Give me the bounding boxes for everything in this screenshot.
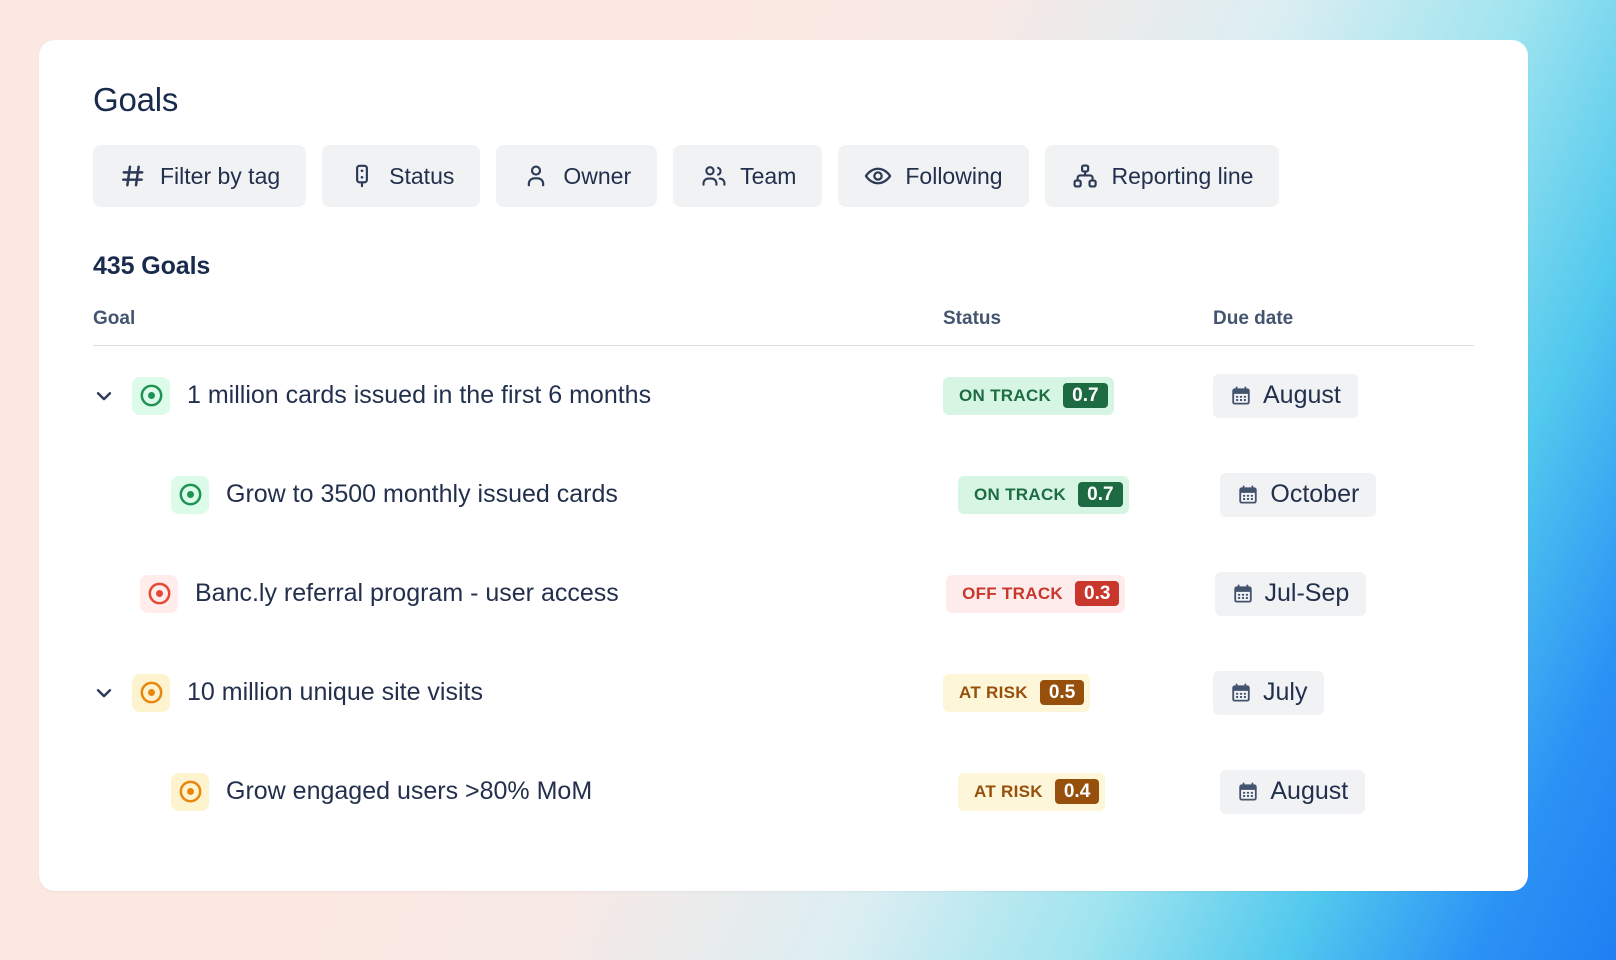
filter-button-label: Owner	[563, 163, 631, 190]
filter-button-status[interactable]: Status	[322, 145, 480, 207]
status-score: 0.7	[1063, 383, 1107, 408]
table-header: Goal Status Due date	[93, 308, 1474, 346]
due-date-text: August	[1263, 381, 1341, 410]
table-body: 1 million cards issued in the first 6 mo…	[93, 346, 1474, 841]
goal-cell: Grow to 3500 monthly issued cards	[132, 476, 958, 514]
table-row[interactable]: 1 million cards issued in the first 6 mo…	[93, 346, 1474, 445]
target-icon	[132, 377, 170, 415]
status-cell: ON TRACK 0.7	[958, 476, 1220, 514]
status-cell: AT RISK 0.4	[958, 773, 1220, 811]
table-row[interactable]: Grow engaged users >80% MoM AT RISK 0.4 Aug…	[93, 742, 1474, 841]
filter-button-reporting-line[interactable]: Reporting line	[1045, 145, 1280, 207]
filter-button-team[interactable]: Team	[673, 145, 822, 207]
due-date-pill[interactable]: August	[1220, 770, 1365, 814]
page-title: Goals	[93, 80, 1474, 120]
goals-card: Goals Filter by tag Status Owner Team Follow…	[39, 40, 1528, 891]
status-score: 0.7	[1078, 482, 1122, 507]
goal-cell: Banc.ly referral program - user access	[101, 575, 946, 613]
goal-title[interactable]: 1 million cards issued in the first 6 mo…	[187, 381, 651, 410]
org-chart-icon	[1071, 162, 1099, 190]
status-score: 0.5	[1040, 680, 1084, 705]
due-date-text: August	[1270, 777, 1348, 806]
status-badge[interactable]: ON TRACK 0.7	[943, 377, 1114, 415]
status-label: OFF TRACK	[962, 584, 1063, 604]
filter-button-owner[interactable]: Owner	[496, 145, 657, 207]
due-date-text: Jul-Sep	[1265, 579, 1350, 608]
goal-count: 435 Goals	[93, 252, 1474, 281]
goal-title[interactable]: Grow engaged users >80% MoM	[226, 777, 592, 806]
filter-button-following[interactable]: Following	[838, 145, 1028, 207]
goal-cell: 1 million cards issued in the first 6 mo…	[93, 377, 943, 415]
chevron-down-icon[interactable]	[93, 682, 115, 704]
column-header-due-date: Due date	[1213, 308, 1474, 330]
due-date-pill[interactable]: October	[1220, 473, 1376, 517]
due-date-cell: July	[1213, 671, 1474, 715]
filter-button-label: Reporting line	[1112, 163, 1254, 190]
filter-button-label: Team	[740, 163, 796, 190]
status-cell: AT RISK 0.5	[943, 674, 1213, 712]
table-row[interactable]: Grow to 3500 monthly issued cards ON TRAC…	[93, 445, 1474, 544]
status-label: ON TRACK	[959, 386, 1051, 406]
due-date-text: October	[1270, 480, 1359, 509]
status-score: 0.3	[1075, 581, 1119, 606]
status-label: AT RISK	[974, 782, 1043, 802]
status-badge[interactable]: AT RISK 0.5	[943, 674, 1090, 712]
person-icon	[522, 162, 550, 190]
status-badge[interactable]: ON TRACK 0.7	[958, 476, 1129, 514]
status-badge[interactable]: AT RISK 0.4	[958, 773, 1105, 811]
calendar-icon	[1232, 583, 1254, 605]
due-date-cell: August	[1213, 374, 1474, 418]
chevron-down-icon[interactable]	[93, 385, 115, 407]
target-icon	[171, 476, 209, 514]
calendar-icon	[1230, 385, 1252, 407]
eye-icon	[864, 162, 892, 190]
due-date-pill[interactable]: July	[1213, 671, 1324, 715]
goals-table: Goal Status Due date 1 million cards iss…	[93, 308, 1474, 841]
status-cell: OFF TRACK 0.3	[946, 575, 1214, 613]
target-icon	[140, 575, 178, 613]
due-date-cell: October	[1220, 473, 1474, 517]
calendar-icon	[1237, 484, 1259, 506]
status-score: 0.4	[1055, 779, 1099, 804]
target-icon	[132, 674, 170, 712]
filter-button-label: Filter by tag	[160, 163, 280, 190]
table-row[interactable]: 10 million unique site visits AT RISK 0.5 J…	[93, 643, 1474, 742]
status-icon	[348, 162, 376, 190]
column-header-goal: Goal	[93, 308, 943, 330]
status-cell: ON TRACK 0.7	[943, 377, 1213, 415]
goal-title[interactable]: Grow to 3500 monthly issued cards	[226, 480, 618, 509]
due-date-pill[interactable]: August	[1213, 374, 1358, 418]
filter-button-label: Following	[905, 163, 1002, 190]
people-icon	[699, 162, 727, 190]
goal-title[interactable]: 10 million unique site visits	[187, 678, 483, 707]
filter-button-filter-by-tag[interactable]: Filter by tag	[93, 145, 306, 207]
due-date-pill[interactable]: Jul-Sep	[1215, 572, 1367, 616]
table-row[interactable]: Banc.ly referral program - user access OF…	[93, 544, 1474, 643]
goal-cell: 10 million unique site visits	[93, 674, 943, 712]
column-header-status: Status	[943, 308, 1213, 330]
hash-icon	[119, 162, 147, 190]
filter-bar: Filter by tag Status Owner Team Following Rep…	[93, 145, 1474, 207]
due-date-text: July	[1263, 678, 1307, 707]
status-label: AT RISK	[959, 683, 1028, 703]
goal-title[interactable]: Banc.ly referral program - user access	[195, 579, 619, 608]
calendar-icon	[1237, 781, 1259, 803]
target-icon	[171, 773, 209, 811]
status-badge[interactable]: OFF TRACK 0.3	[946, 575, 1125, 613]
due-date-cell: August	[1220, 770, 1474, 814]
status-label: ON TRACK	[974, 485, 1066, 505]
goal-cell: Grow engaged users >80% MoM	[132, 773, 958, 811]
calendar-icon	[1230, 682, 1252, 704]
filter-button-label: Status	[389, 163, 454, 190]
due-date-cell: Jul-Sep	[1215, 572, 1474, 616]
